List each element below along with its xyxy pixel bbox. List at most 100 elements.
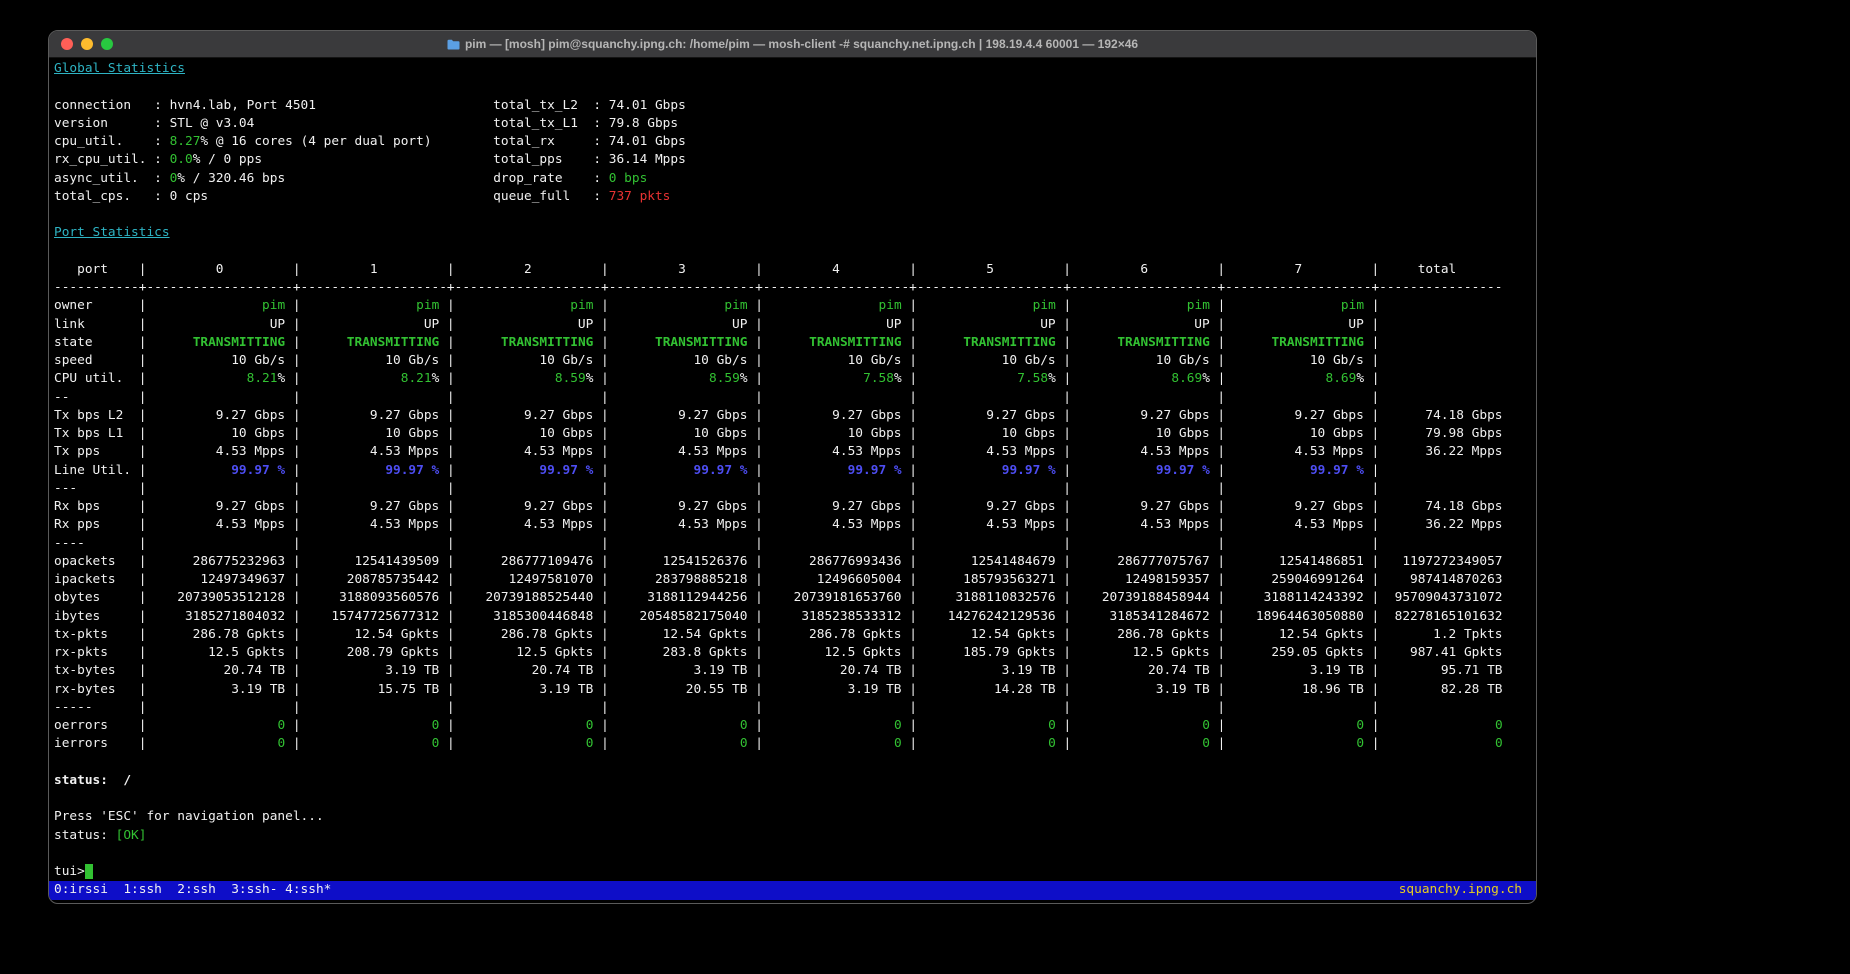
cell-value: 99.97 %: [385, 463, 439, 478]
blank-line: [54, 754, 1531, 772]
window-title: pim — [mosh] pim@squanchy.ipng.ch: /home…: [465, 37, 1138, 51]
blank-line: [54, 845, 1531, 863]
port-table-row-tx-pkts: tx-pkts | 286.78 Gpkts | 12.54 Gpkts | 2…: [54, 626, 1531, 644]
cell-value: 0: [277, 718, 285, 733]
stat-value-highlight: 0.0: [170, 152, 193, 167]
status-ok-label: status:: [54, 828, 116, 843]
cell-value: 0: [1048, 718, 1056, 733]
cell-value: 0: [1356, 736, 1364, 751]
global-stat-line: rx_cpu_util. : 0.0% / 0 pps total_pps : …: [54, 151, 1531, 169]
blank-line: [54, 78, 1531, 96]
port-table-row-link: link | UP | UP | UP | UP | UP | UP | UP …: [54, 316, 1531, 334]
port-table-row-rx-bytes: rx-bytes | 3.19 TB | 15.75 TB | 3.19 TB …: [54, 681, 1531, 699]
port-table-row-state: state | TRANSMITTING | TRANSMITTING | TR…: [54, 334, 1531, 352]
global-stat-line: cpu_util. : 8.27% @ 16 cores (4 per dual…: [54, 133, 1531, 151]
port-table-row-Line-Util-: Line Util. | 99.97 % | 99.97 % | 99.97 %…: [54, 462, 1531, 480]
traffic-lights: [49, 38, 113, 50]
stat-value-highlight: 0: [170, 171, 178, 186]
cell-value: 99.97 %: [848, 463, 902, 478]
cell-value: pim: [570, 298, 593, 313]
port-table-row-Tx-pps: Tx pps | 4.53 Mpps | 4.53 Mpps | 4.53 Mp…: [54, 443, 1531, 461]
cell-value: TRANSMITTING: [1271, 335, 1363, 350]
cell-value: TRANSMITTING: [193, 335, 285, 350]
port-table-row-rx-pkts: rx-pkts | 12.5 Gpkts | 208.79 Gpkts | 12…: [54, 644, 1531, 662]
zoom-button[interactable]: [101, 38, 113, 50]
cpu-util-value: 8.69: [1326, 371, 1357, 386]
stat-value: 74.01 Gbps: [609, 134, 686, 149]
cell-value: 0: [586, 718, 594, 733]
screen-statusbar: 0:irssi 1:ssh 2:ssh 3:ssh- 4:ssh*squanch…: [49, 881, 1536, 899]
statusbar-windows: 0:irssi 1:ssh 2:ssh 3:ssh- 4:ssh*: [54, 881, 331, 899]
cell-value: pim: [416, 298, 439, 313]
cell-value: pim: [1341, 298, 1364, 313]
port-table-row--: ----- | | | | | | | | |: [54, 699, 1531, 717]
text-cursor: [85, 864, 93, 879]
stat-value: 0 bps: [609, 171, 648, 186]
global-stat-line: total_cps. : 0 cps queue_full : 737 pkts: [54, 188, 1531, 206]
blank-line: [54, 790, 1531, 808]
terminal[interactable]: Global Statistics connection : hvn4.lab,…: [49, 58, 1536, 903]
port-table-row--: --- | | | | | | | | |: [54, 480, 1531, 498]
port-table-row-tx-bytes: tx-bytes | 20.74 TB | 3.19 TB | 20.74 TB…: [54, 662, 1531, 680]
stat-value: 79.8 Gbps: [609, 116, 678, 131]
port-table-row--: -- | | | | | | | | |: [54, 389, 1531, 407]
cell-value: 99.97 %: [539, 463, 593, 478]
global-stat-line: connection : hvn4.lab, Port 4501 total_t…: [54, 97, 1531, 115]
stat-value-highlight: 8.27: [170, 134, 201, 149]
port-table-row-CPU-util-: CPU util. | 8.21% | 8.21% | 8.59% | 8.59…: [54, 370, 1531, 388]
cell-value: pim: [724, 298, 747, 313]
cell-value: 0: [1048, 736, 1056, 751]
cell-value: pim: [1187, 298, 1210, 313]
global-stats-heading-line: Global Statistics: [54, 60, 1531, 78]
status-ok-line: status: [OK]: [54, 827, 1531, 845]
cell-value: TRANSMITTING: [963, 335, 1055, 350]
cell-value: 0: [586, 736, 594, 751]
port-table-row-ipackets: ipackets | 12497349637 | 208785735442 | …: [54, 571, 1531, 589]
blank-line: [54, 206, 1531, 224]
cell-value: 0: [1202, 736, 1210, 751]
global-statistics-heading: Global Statistics: [54, 61, 185, 76]
cpu-util-value: 8.21: [401, 371, 432, 386]
titlebar[interactable]: pim — [mosh] pim@squanchy.ipng.ch: /home…: [49, 31, 1536, 58]
port-table-row-ibytes: ibytes | 3185271804032 | 15747725677312 …: [54, 608, 1531, 626]
esc-hint-line: Press 'ESC' for navigation panel...: [54, 808, 1531, 826]
cpu-util-value: 8.69: [1171, 371, 1202, 386]
port-stats-heading-line: Port Statistics: [54, 224, 1531, 242]
cell-value: 0: [894, 736, 902, 751]
port-table-header: port | 0 | 1 | 2 | 3 | 4 | 5 | 6 | 7 | t…: [54, 261, 1531, 279]
port-table-row-speed: speed | 10 Gb/s | 10 Gb/s | 10 Gb/s | 10…: [54, 352, 1531, 370]
global-stat-line: version : STL @ v3.04 total_tx_L1 : 79.8…: [54, 115, 1531, 133]
tui-prompt-line[interactable]: tui>: [54, 863, 1531, 881]
cpu-util-value: 7.58: [1017, 371, 1048, 386]
status-ok-badge: [OK]: [116, 828, 147, 843]
cell-value: 0: [740, 718, 748, 733]
cell-value: 0: [1202, 718, 1210, 733]
minimize-button[interactable]: [81, 38, 93, 50]
port-table-row-opackets: opackets | 286775232963 | 12541439509 | …: [54, 553, 1531, 571]
port-table-row-ierrors: ierrors | 0 | 0 | 0 | 0 | 0 | 0 | 0 | 0 …: [54, 735, 1531, 753]
cell-value: 99.97 %: [1310, 463, 1364, 478]
cell-value: 0: [277, 736, 285, 751]
cell-value: 0: [432, 718, 440, 733]
cpu-util-value: 8.21: [247, 371, 278, 386]
cell-value: TRANSMITTING: [1117, 335, 1209, 350]
cell-value: pim: [1033, 298, 1056, 313]
close-button[interactable]: [61, 38, 73, 50]
stat-value: 36.14 Mpps: [609, 152, 686, 167]
global-stats-block: connection : hvn4.lab, Port 4501 total_t…: [54, 97, 1531, 207]
port-stats-table: port | 0 | 1 | 2 | 3 | 4 | 5 | 6 | 7 | t…: [54, 261, 1531, 754]
total-value: 0: [1495, 718, 1503, 733]
port-table-row-Rx-bps: Rx bps | 9.27 Gbps | 9.27 Gbps | 9.27 Gb…: [54, 498, 1531, 516]
cell-value: TRANSMITTING: [655, 335, 747, 350]
stat-value: 737 pkts: [609, 189, 671, 204]
cell-value: pim: [262, 298, 285, 313]
cell-value: 0: [740, 736, 748, 751]
cpu-util-value: 7.58: [863, 371, 894, 386]
port-table-row-Tx-bps-L2: Tx bps L2 | 9.27 Gbps | 9.27 Gbps | 9.27…: [54, 407, 1531, 425]
cpu-util-value: 8.59: [709, 371, 740, 386]
window-title-wrap: pim — [mosh] pim@squanchy.ipng.ch: /home…: [49, 31, 1536, 57]
tui-prompt: tui>: [54, 864, 85, 879]
global-stat-line: async_util. : 0% / 320.46 bps drop_rate …: [54, 170, 1531, 188]
port-statistics-heading: Port Statistics: [54, 225, 170, 240]
port-table-row-Tx-bps-L1: Tx bps L1 | 10 Gbps | 10 Gbps | 10 Gbps …: [54, 425, 1531, 443]
